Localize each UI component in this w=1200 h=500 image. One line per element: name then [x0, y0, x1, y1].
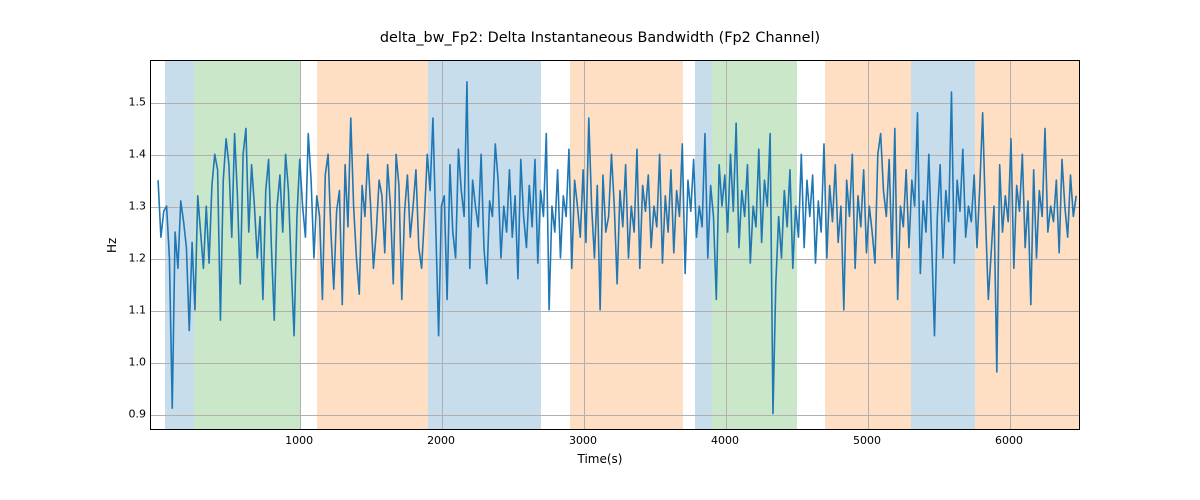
x-tick-label: 1000 [285, 434, 313, 447]
y-tick-label: 1.0 [120, 356, 146, 369]
y-tick-label: 1.3 [120, 199, 146, 212]
series-line [158, 82, 1076, 414]
x-tick-label: 2000 [427, 434, 455, 447]
y-tick-label: 1.4 [120, 147, 146, 160]
y-tick-label: 1.1 [120, 304, 146, 317]
x-tick-label: 5000 [853, 434, 881, 447]
x-tick-label: 3000 [569, 434, 597, 447]
figure: delta_bw_Fp2: Delta Instantaneous Bandwi… [0, 0, 1200, 500]
y-tick-label: 1.5 [120, 95, 146, 108]
line-series [151, 61, 1079, 429]
chart-title: delta_bw_Fp2: Delta Instantaneous Bandwi… [0, 30, 1200, 46]
chart-axes [150, 60, 1080, 430]
x-axis-label: Time(s) [0, 452, 1200, 466]
x-tick-label: 4000 [711, 434, 739, 447]
y-axis-label: Hz [105, 238, 119, 253]
x-tick-label: 6000 [995, 434, 1023, 447]
y-tick-label: 1.2 [120, 252, 146, 265]
y-tick-label: 0.9 [120, 408, 146, 421]
